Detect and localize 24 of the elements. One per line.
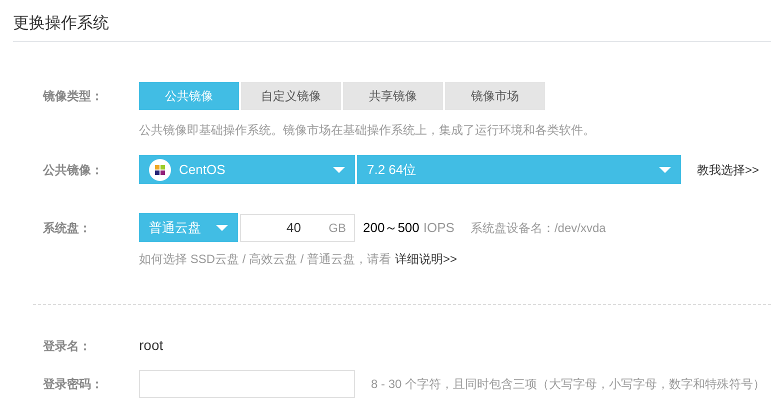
image-type-tab[interactable]: 自定义镜像 <box>241 82 341 110</box>
iops-unit: IOPS <box>423 218 454 237</box>
iops-range: 200～500 <box>363 218 420 237</box>
caret-icon <box>333 166 345 172</box>
disk-size-field[interactable]: 40 GB <box>240 214 355 242</box>
password-field[interactable] <box>139 370 355 398</box>
image-type-tab[interactable]: 共享镜像 <box>343 82 443 110</box>
centos-logo-icon <box>149 158 171 180</box>
page-title: 更换操作系统 <box>12 14 110 34</box>
field-label: 镜像类型： <box>42 88 104 105</box>
field-label: 系统盘： <box>42 220 92 237</box>
password-hint: 8 - 30 个字符，且同时包含三项（大写字母，小写字母，数字和特殊符号） <box>371 376 766 393</box>
field-label: 公共镜像： <box>42 162 104 178</box>
details-link[interactable]: 详细说明>> <box>395 250 458 268</box>
login-name: root <box>139 336 164 355</box>
image-type-tab[interactable]: 镜像市场 <box>445 82 545 110</box>
description: 公共镜像即基础操作系统。镜像市场在基础操作系统上，集成了运行环境和各类软件。 <box>139 122 596 139</box>
device-name: 系统盘设备名：/dev/xvda <box>470 220 606 236</box>
field-label: 登录名： <box>42 338 92 354</box>
disk-hint: 如何选择 SSD云盘 / 高效云盘 / 普通云盘，请看 <box>139 251 392 268</box>
caret-icon <box>659 166 671 172</box>
caret-icon <box>216 224 228 230</box>
field-label: 登录密码： <box>42 376 104 393</box>
help-link[interactable]: 教我选择>> <box>697 160 760 178</box>
